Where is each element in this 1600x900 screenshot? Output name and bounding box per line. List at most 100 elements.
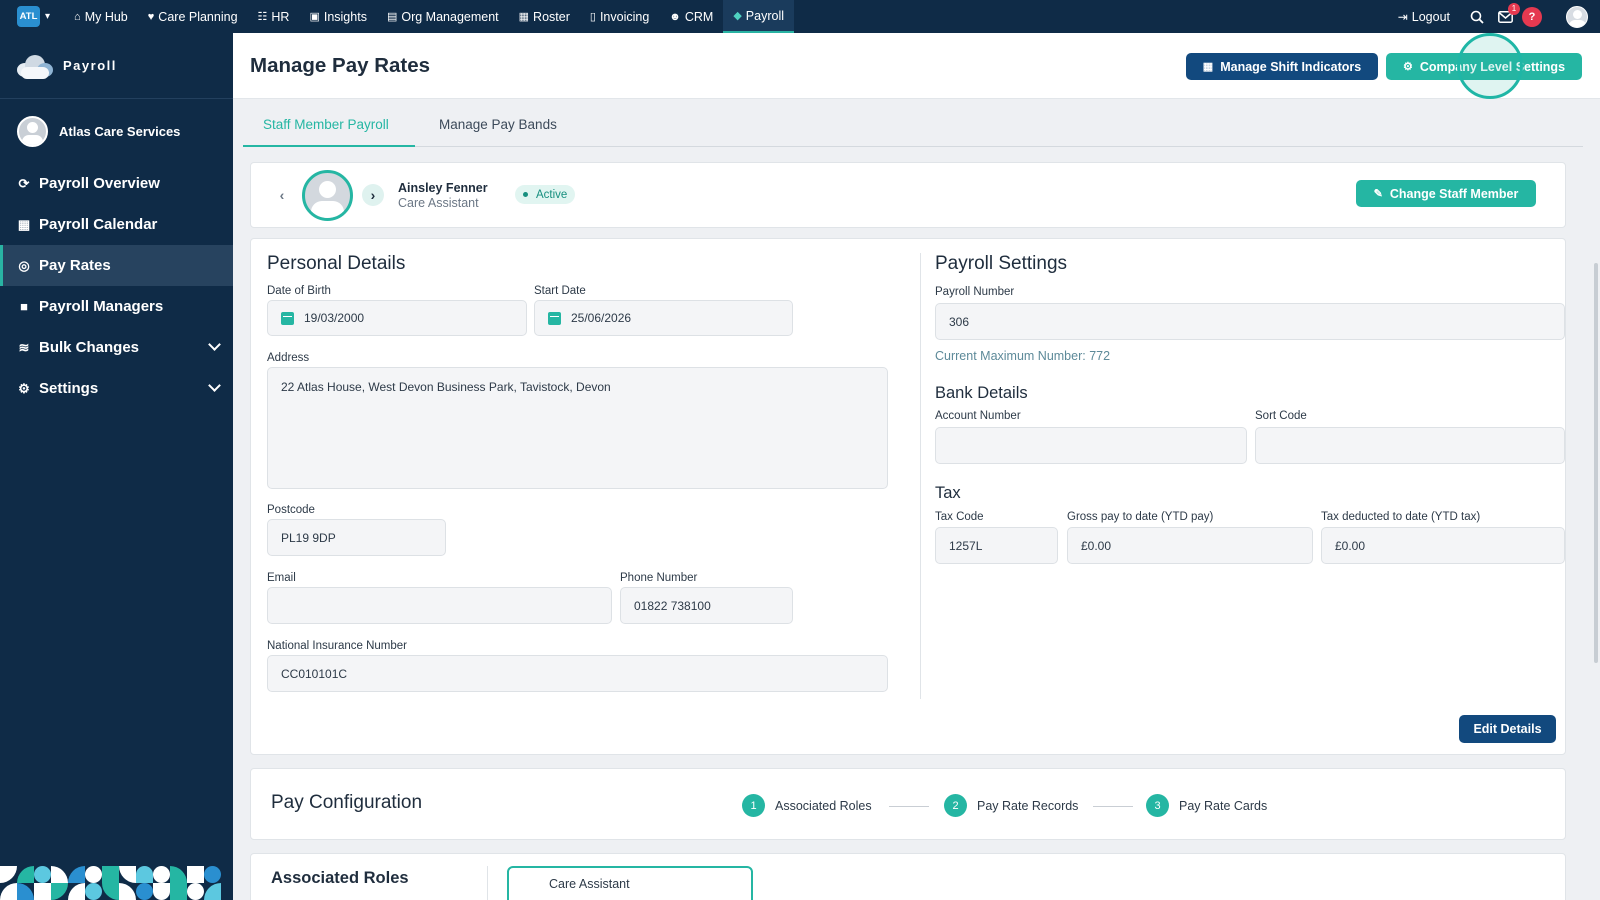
email-field[interactable] <box>267 587 612 624</box>
step-label: Pay Rate Records <box>977 798 1079 813</box>
nav-label: CRM <box>684 9 714 24</box>
top-nav-actions: ⇥ Logout 1 ? <box>1398 0 1600 33</box>
nav-org-management[interactable]: ▤ Org Management <box>377 0 509 33</box>
postcode-field[interactable]: PL19 9DP <box>267 519 446 556</box>
brand-badge: ATL <box>17 6 40 27</box>
calendar-icon <box>281 311 294 325</box>
organisation[interactable]: Atlas Care Services <box>0 99 233 163</box>
ni-field[interactable]: CC010101C <box>267 655 888 692</box>
tax-title: Tax <box>935 484 961 502</box>
sort-code-field[interactable] <box>1255 427 1565 464</box>
nav-label: HR <box>271 9 290 24</box>
previous-staff-button[interactable]: ‹ <box>271 184 293 206</box>
sidebar-item-payroll-calendar[interactable]: ▦ Payroll Calendar <box>0 204 233 245</box>
user-avatar[interactable] <box>1566 5 1588 28</box>
pay-configuration-title: Pay Configuration <box>271 792 423 813</box>
main-content: Manage Pay Rates ▦ Manage Shift Indicato… <box>233 33 1600 900</box>
nav-label: Payroll <box>745 8 785 23</box>
roles-divider <box>487 866 488 900</box>
sidebar-item-bulk-changes[interactable]: ≋ Bulk Changes <box>0 327 233 368</box>
active-tab-indicator <box>243 145 415 147</box>
tab-staff-member-payroll[interactable]: Staff Member Payroll <box>263 117 389 132</box>
logout-label: Logout <box>1411 9 1450 24</box>
nav-label: My Hub <box>84 9 128 24</box>
associated-roles-card: Associated Roles Care Assistant <box>250 853 1566 900</box>
sidebar-item-label: Pay Rates <box>39 257 111 274</box>
nav-label: Insights <box>323 9 367 24</box>
logout-button[interactable]: ⇥ Logout <box>1398 10 1450 24</box>
sidebar-item-label: Payroll Managers <box>39 298 164 315</box>
building-icon: ▤ <box>386 11 398 23</box>
sidebar-item-label: Settings <box>39 380 99 397</box>
nav-label: Roster <box>533 9 570 24</box>
nav-payroll[interactable]: ◆ Payroll <box>723 0 795 33</box>
tax-deducted-field[interactable]: £0.00 <box>1321 527 1565 564</box>
sidebar-item-pay-rates[interactable]: ◎ Pay Rates <box>0 245 233 286</box>
staff-name: Ainsley Fenner <box>398 181 488 195</box>
nav-label: Invoicing <box>599 9 650 24</box>
tab-manage-pay-bands[interactable]: Manage Pay Bands <box>439 117 557 132</box>
click-highlight <box>1457 33 1523 99</box>
money-icon: ◆ <box>733 10 742 22</box>
nav-care-planning[interactable]: ♥ Care Planning <box>138 0 248 33</box>
step-pay-rate-cards[interactable]: 3 Pay Rate Cards <box>1146 794 1267 817</box>
dob-field[interactable]: 19/03/2000 <box>267 300 527 336</box>
calendar-icon <box>548 311 561 325</box>
next-staff-button[interactable]: › <box>362 184 384 206</box>
search-icon[interactable] <box>1466 6 1488 28</box>
change-staff-member-button[interactable]: ✎ Change Staff Member <box>1356 180 1536 207</box>
role-item[interactable]: Care Assistant <box>507 866 753 900</box>
people-icon: ☷ <box>257 11 268 23</box>
payroll-settings-title: Payroll Settings <box>935 253 1068 274</box>
step-connector <box>1093 806 1133 807</box>
edit-details-button[interactable]: Edit Details <box>1459 715 1556 743</box>
step-pay-rate-records[interactable]: 2 Pay Rate Records <box>944 794 1078 817</box>
gross-pay-field[interactable]: £0.00 <box>1067 527 1313 564</box>
step-number: 3 <box>1146 794 1169 817</box>
nav-hr[interactable]: ☷ HR <box>248 0 300 33</box>
nav-invoicing[interactable]: ▯ Invoicing <box>580 0 659 33</box>
page-title: Manage Pay Rates <box>250 54 431 77</box>
address-label: Address <box>267 352 310 364</box>
layers-icon: ≋ <box>18 339 30 355</box>
step-associated-roles[interactable]: 1 Associated Roles <box>742 794 872 817</box>
start-date-label: Start Date <box>534 285 586 297</box>
step-number: 1 <box>742 794 765 817</box>
mail-icon[interactable]: 1 <box>1494 2 1520 28</box>
button-label: Manage Shift Indicators <box>1220 59 1362 74</box>
nav-crm[interactable]: ☻ CRM <box>659 0 723 33</box>
payroll-number-field[interactable]: 306 <box>935 303 1565 340</box>
refresh-icon: ⟳ <box>18 175 30 191</box>
nav-my-hub[interactable]: ⌂ My Hub <box>64 0 138 33</box>
start-date-field[interactable]: 25/06/2026 <box>534 300 793 336</box>
chevron-down-icon <box>208 379 221 392</box>
staff-member-card: ‹ › Ainsley Fenner Care Assistant Active… <box>250 162 1566 228</box>
staff-avatar <box>302 170 353 221</box>
chevron-down-icon <box>208 338 221 351</box>
top-navigation: ATL ▾ ⌂ My Hub ♥ Care Planning ☷ HR ▣ Insigh… <box>0 0 1600 33</box>
payroll-number-label: Payroll Number <box>935 286 1015 298</box>
help-icon[interactable]: ? <box>1522 6 1542 27</box>
address-field[interactable]: 22 Atlas House, West Devon Business Park… <box>267 367 888 489</box>
max-number-hint: Current Maximum Number: 772 <box>935 349 1111 363</box>
document-icon: ▯ <box>589 11 596 23</box>
sidebar: Payroll Atlas Care Services ⟳ Payroll Ove… <box>0 33 233 900</box>
tax-code-field[interactable]: 1257L <box>935 527 1058 564</box>
lock-icon: ■ <box>20 299 28 314</box>
sidebar-item-settings[interactable]: ⚙ Settings <box>0 368 233 409</box>
account-number-field[interactable] <box>935 427 1247 464</box>
phone-field[interactable]: 01822 738100 <box>620 587 793 624</box>
personal-details-title: Personal Details <box>267 253 406 274</box>
nav-insights[interactable]: ▣ Insights <box>299 0 377 33</box>
pay-configuration-card: Pay Configuration 1 Associated Roles 2 Pay… <box>250 768 1566 840</box>
scrollbar[interactable] <box>1594 263 1598 663</box>
pencil-icon: ✎ <box>1373 188 1383 200</box>
sidebar-item-payroll-overview[interactable]: ⟳ Payroll Overview <box>0 163 233 204</box>
nav-roster[interactable]: ▦ Roster <box>509 0 580 33</box>
sidebar-item-payroll-managers[interactable]: ■ Payroll Managers <box>0 286 233 327</box>
manage-shift-indicators-button[interactable]: ▦ Manage Shift Indicators <box>1186 53 1378 80</box>
tax-code-label: Tax Code <box>935 511 984 523</box>
status-label: Active <box>536 188 568 201</box>
app-switcher[interactable]: ATL ▾ <box>17 6 50 27</box>
details-card: Personal Details Date of Birth 19/03/200… <box>250 238 1566 755</box>
